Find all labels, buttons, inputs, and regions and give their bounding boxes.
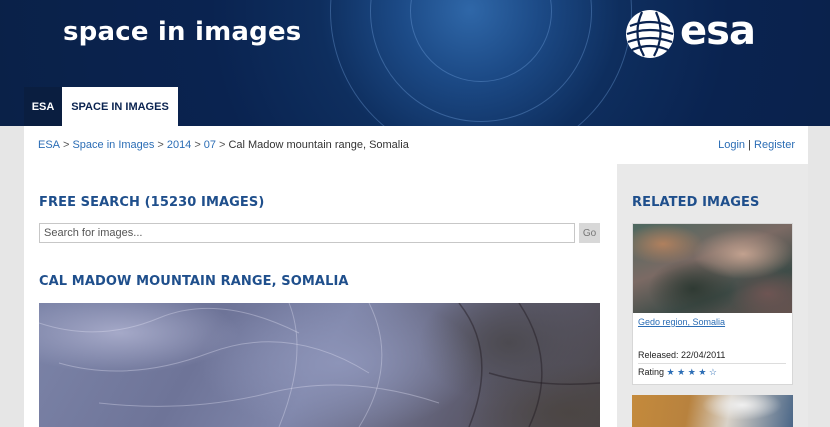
related-images-heading: RELATED IMAGES bbox=[632, 195, 760, 210]
esa-logo-text: esa bbox=[680, 8, 756, 54]
star-empty-icon[interactable]: ☆ bbox=[709, 367, 717, 377]
related-image-card[interactable]: Gedo region, Somalia Released: 22/04/201… bbox=[632, 223, 793, 385]
esa-globe-icon bbox=[626, 10, 674, 58]
related-image-rating: Rating ★ ★ ★ ★ ☆ bbox=[638, 367, 717, 378]
tab-space-in-images[interactable]: SPACE IN IMAGES bbox=[62, 87, 178, 126]
go-button[interactable]: Go bbox=[579, 223, 600, 243]
breadcrumb-separator: > bbox=[194, 139, 201, 151]
terrain-texture bbox=[39, 303, 600, 427]
content-page: ESA > Space in Images >2014 >07 > Cal Madow mo… bbox=[24, 126, 808, 427]
auth-divider: | bbox=[748, 139, 751, 151]
breadcrumb-link-year[interactable]: 2014 bbox=[167, 139, 191, 151]
related-image-thumbnail[interactable] bbox=[633, 224, 792, 313]
search-input[interactable] bbox=[39, 223, 575, 243]
breadcrumb-link-month[interactable]: 07 bbox=[204, 139, 216, 151]
breadcrumb-link-esa[interactable]: ESA bbox=[38, 139, 60, 151]
breadcrumb-separator: > bbox=[219, 139, 226, 151]
breadcrumb-current: Cal Madow mountain range, Somalia bbox=[228, 139, 409, 151]
auth-links: Login | Register bbox=[718, 139, 795, 151]
breadcrumb-separator: > bbox=[63, 139, 70, 151]
free-search-heading: FREE SEARCH (15230 IMAGES) bbox=[39, 195, 265, 210]
breadcrumb-separator: > bbox=[157, 139, 164, 151]
star-filled-icon[interactable]: ★ bbox=[677, 367, 685, 377]
top-tabs: ESA SPACE IN IMAGES bbox=[24, 87, 178, 126]
register-link[interactable]: Register bbox=[754, 139, 795, 151]
released-label: Released: bbox=[638, 350, 679, 360]
site-title[interactable]: space in images bbox=[63, 17, 301, 47]
breadcrumb: ESA > Space in Images >2014 >07 > Cal Madow mo… bbox=[38, 139, 409, 151]
login-link[interactable]: Login bbox=[718, 139, 745, 151]
divider bbox=[638, 363, 786, 364]
related-image-thumbnail[interactable] bbox=[632, 395, 793, 427]
star-filled-icon[interactable]: ★ bbox=[688, 367, 696, 377]
main-satellite-image[interactable] bbox=[39, 303, 600, 427]
released-date: 22/04/2011 bbox=[681, 350, 726, 360]
rating-stars: ★ ★ ★ ★ ☆ bbox=[667, 367, 717, 377]
rating-label: Rating bbox=[638, 367, 665, 377]
star-filled-icon[interactable]: ★ bbox=[667, 367, 675, 377]
star-filled-icon[interactable]: ★ bbox=[698, 367, 706, 377]
breadcrumb-link-space-in-images[interactable]: Space in Images bbox=[72, 139, 154, 151]
related-images-sidebar: RELATED IMAGES Gedo region, Somalia Rele… bbox=[617, 164, 808, 427]
related-image-caption[interactable]: Gedo region, Somalia bbox=[638, 317, 725, 327]
esa-logo[interactable]: esa bbox=[622, 8, 772, 60]
image-title: CAL MADOW MOUNTAIN RANGE, SOMALIA bbox=[39, 274, 349, 289]
site-header: space in images esa ESA SPACE IN IMAGES bbox=[0, 0, 830, 126]
tab-esa[interactable]: ESA bbox=[24, 87, 62, 126]
related-image-released: Released: 22/04/2011 bbox=[638, 350, 725, 360]
